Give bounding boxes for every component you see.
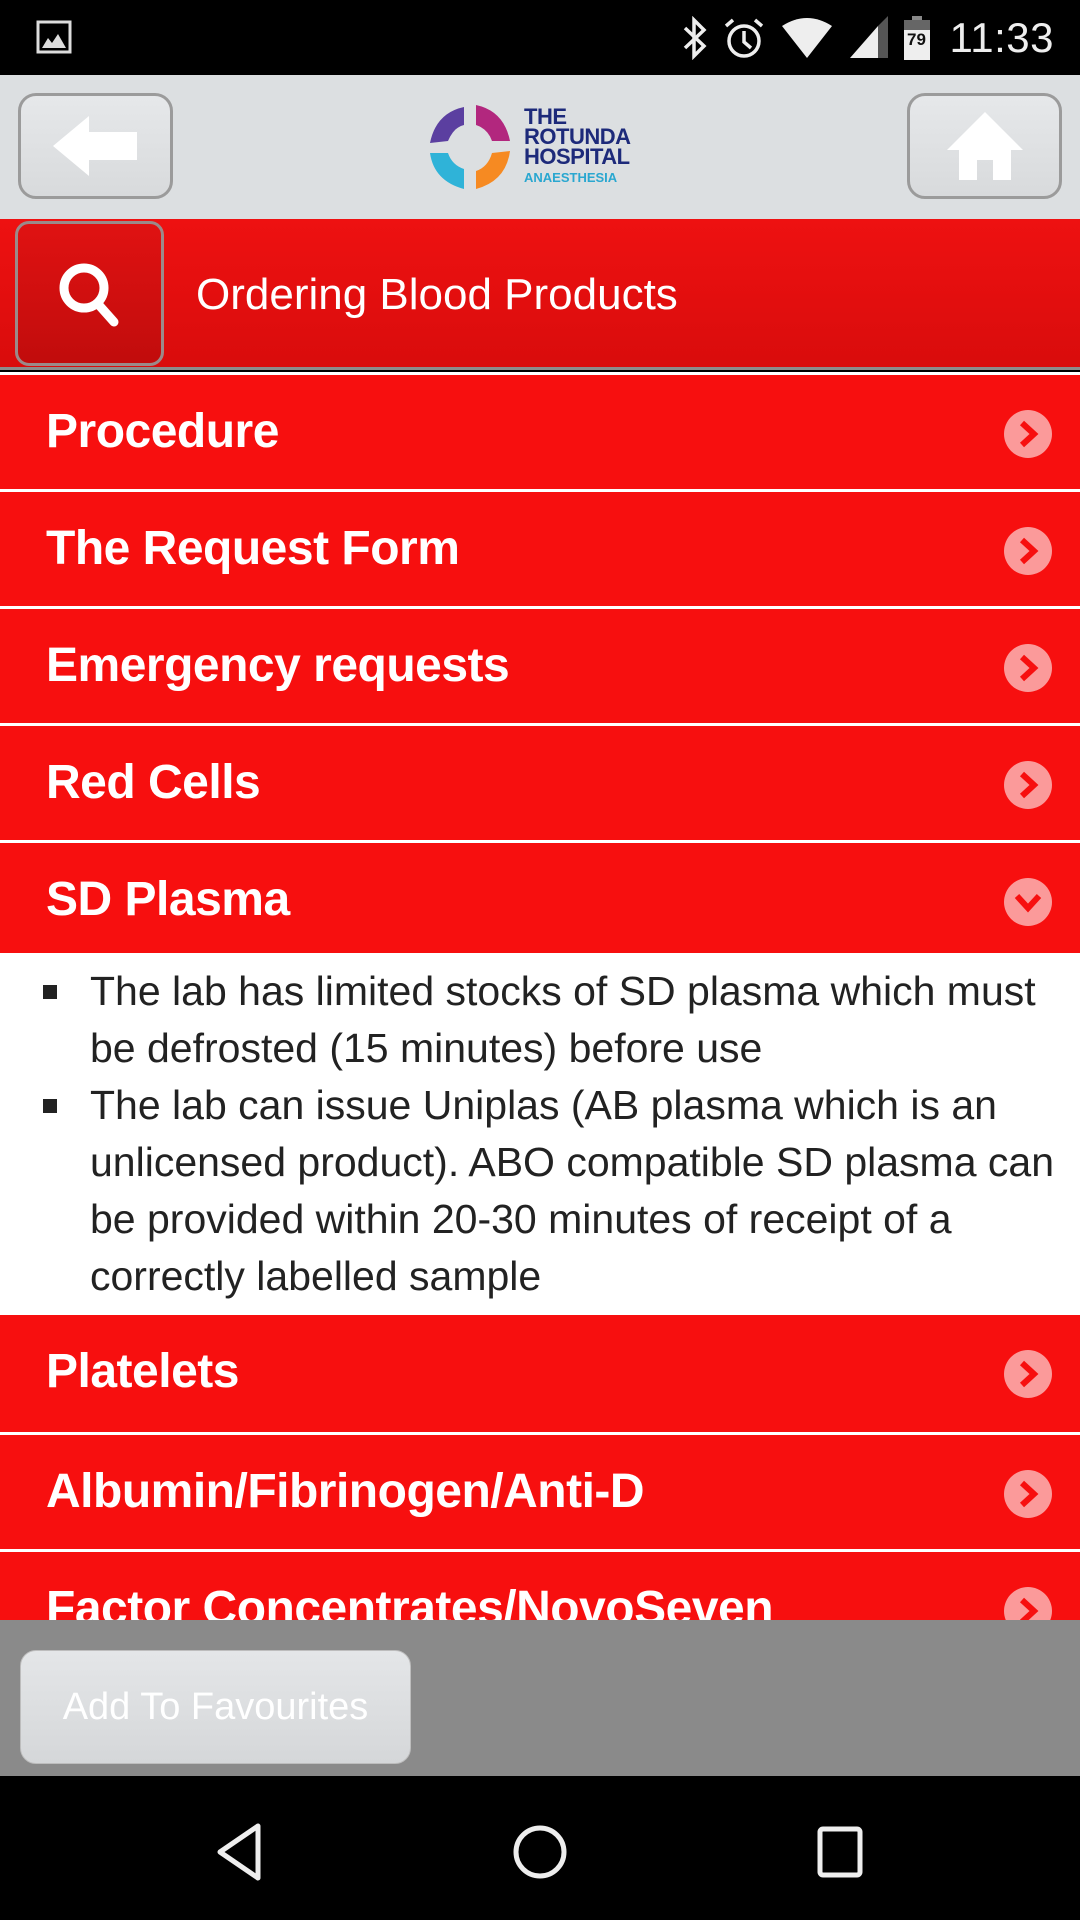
nav-home-button[interactable] xyxy=(500,1812,580,1892)
cell-signal-icon xyxy=(849,15,888,58)
section-label: Emergency requests xyxy=(46,639,510,692)
content-text: The lab has limited stocks of SD plasma … xyxy=(90,968,1036,1071)
app-header: THE ROTUNDA HOSPITAL ANAESTHESIA xyxy=(0,75,1080,219)
section-label: Factor Concentrates/NovoSeven xyxy=(46,1582,774,1620)
add-to-favourites-button[interactable]: Add To Favourites xyxy=(20,1650,411,1764)
section-request-form[interactable]: The Request Form xyxy=(0,489,1080,606)
wifi-icon xyxy=(781,17,832,58)
chevron-right-icon xyxy=(1004,527,1052,575)
rotunda-logo-mark-icon xyxy=(430,105,510,189)
bullet-icon xyxy=(43,1099,57,1113)
section-label: Procedure xyxy=(46,405,279,458)
back-nav-icon xyxy=(217,1823,261,1881)
search-icon xyxy=(59,263,118,326)
section-albumin-fibrinogen-anti-d[interactable]: Albumin/Fibrinogen/Anti-D xyxy=(0,1432,1080,1549)
footer-bar: Add To Favourites xyxy=(0,1620,1080,1776)
chevron-right-icon xyxy=(1004,761,1052,809)
section-sd-plasma[interactable]: SD Plasma xyxy=(0,840,1080,953)
section-platelets[interactable]: Platelets xyxy=(0,1315,1080,1432)
chevron-right-icon xyxy=(1004,1587,1052,1620)
chevron-right-icon xyxy=(1004,1470,1052,1518)
home-button[interactable] xyxy=(907,93,1062,199)
alarm-icon xyxy=(724,18,763,58)
content-bullet-item: The lab has limited stocks of SD plasma … xyxy=(40,963,1074,1077)
section-red-cells[interactable]: Red Cells xyxy=(0,723,1080,840)
bluetooth-icon xyxy=(683,15,707,60)
home-nav-icon xyxy=(513,1825,567,1879)
section-emergency-requests[interactable]: Emergency requests xyxy=(0,606,1080,723)
section-label: Albumin/Fibrinogen/Anti-D xyxy=(46,1465,645,1518)
hospital-logo: THE ROTUNDA HOSPITAL ANAESTHESIA xyxy=(424,97,631,197)
content-bullet-item: The lab can issue Uniplas (AB plasma whi… xyxy=(40,1077,1074,1305)
section-factor-concentrates[interactable]: Factor Concentrates/NovoSeven xyxy=(0,1549,1080,1620)
clock: 11:33 xyxy=(949,13,1054,61)
section-label: The Request Form xyxy=(46,522,460,575)
sd-plasma-content: The lab has limited stocks of SD plasma … xyxy=(0,953,1080,1315)
status-bar: 79 11:33 xyxy=(0,0,1080,75)
logo-line-hospital: HOSPITAL xyxy=(524,143,630,169)
page-title-bar: Ordering Blood Products xyxy=(0,219,1080,370)
chevron-right-icon xyxy=(1004,644,1052,692)
section-label: SD Plasma xyxy=(46,873,290,926)
section-list: Procedure The Request Form Emergency req… xyxy=(0,372,1080,1620)
back-arrow-icon xyxy=(52,116,137,176)
back-button[interactable] xyxy=(18,93,173,199)
chevron-right-icon xyxy=(1004,410,1052,458)
recents-nav-icon xyxy=(817,1826,863,1878)
chevron-down-icon xyxy=(1004,878,1052,926)
logo-line-anaesthesia: ANAESTHESIA xyxy=(524,169,618,185)
chevron-right-icon xyxy=(1004,1350,1052,1398)
home-icon xyxy=(946,112,1023,180)
section-label: Platelets xyxy=(46,1345,239,1398)
section-label: Red Cells xyxy=(46,756,261,809)
page-title: Ordering Blood Products xyxy=(196,270,678,319)
search-button[interactable] xyxy=(15,221,164,366)
content-text: The lab can issue Uniplas (AB plasma whi… xyxy=(90,1082,1055,1299)
bullet-icon xyxy=(43,985,57,999)
battery-icon: 79 xyxy=(903,15,930,60)
section-procedure[interactable]: Procedure xyxy=(0,372,1080,489)
gallery-notification-icon xyxy=(36,20,72,54)
nav-recents-button[interactable] xyxy=(800,1812,880,1892)
nav-back-button[interactable] xyxy=(200,1812,280,1892)
battery-percent: 79 xyxy=(907,29,926,49)
system-nav-bar xyxy=(0,1776,1080,1920)
